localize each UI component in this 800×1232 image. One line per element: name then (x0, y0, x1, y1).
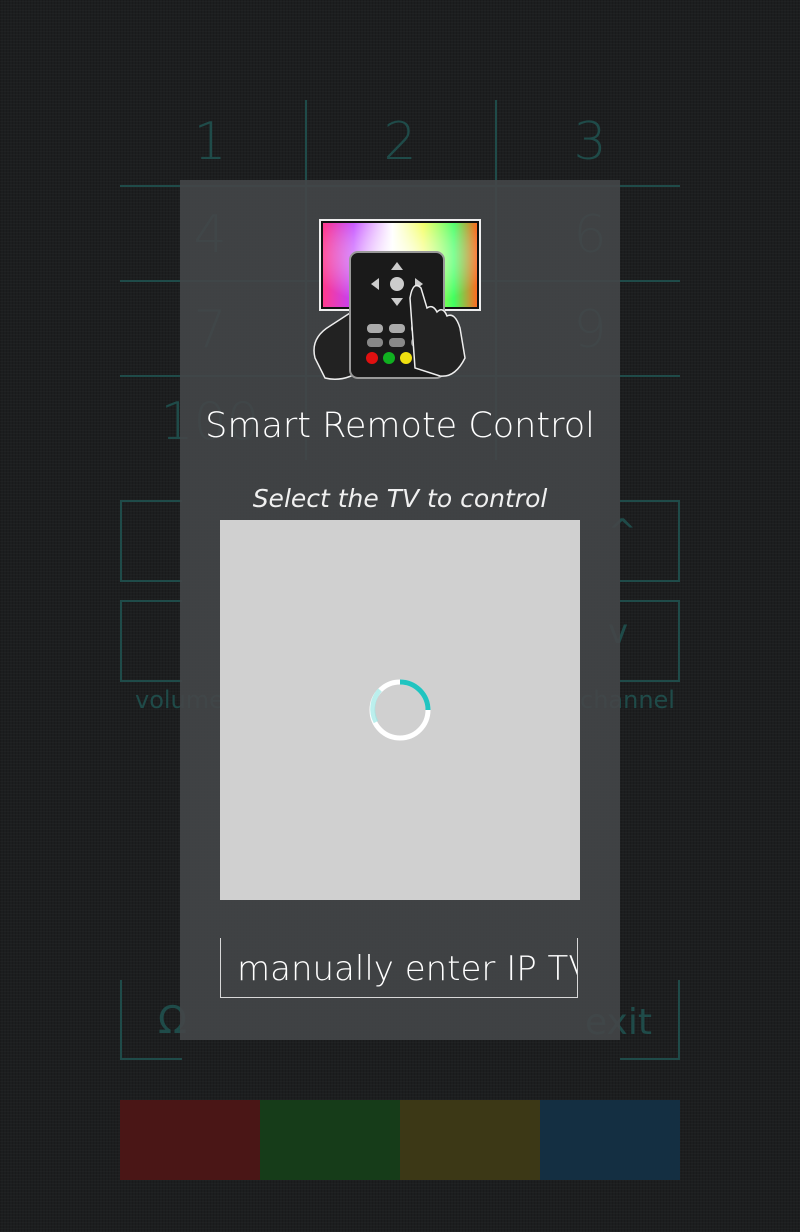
bg-digit-3: 3 (573, 112, 607, 172)
bg-digit-2: 2 (383, 112, 417, 172)
app-logo-icon (313, 219, 481, 380)
bg-red-key (120, 1100, 260, 1180)
loading-spinner-icon (369, 679, 431, 741)
app-title: Smart Remote Control (205, 406, 595, 446)
bg-blue-key (540, 1100, 680, 1180)
bg-yellow-key (400, 1100, 540, 1180)
dialog-subtitle: Select the TV to control (252, 484, 548, 513)
bg-digit-1: 1 (193, 112, 227, 172)
tv-list[interactable] (220, 520, 580, 900)
bg-green-key (260, 1100, 400, 1180)
manual-ip-entry-button[interactable]: manually enter IP TV (220, 938, 578, 998)
tv-select-dialog: Smart Remote Control Select the TV to co… (180, 180, 620, 1040)
